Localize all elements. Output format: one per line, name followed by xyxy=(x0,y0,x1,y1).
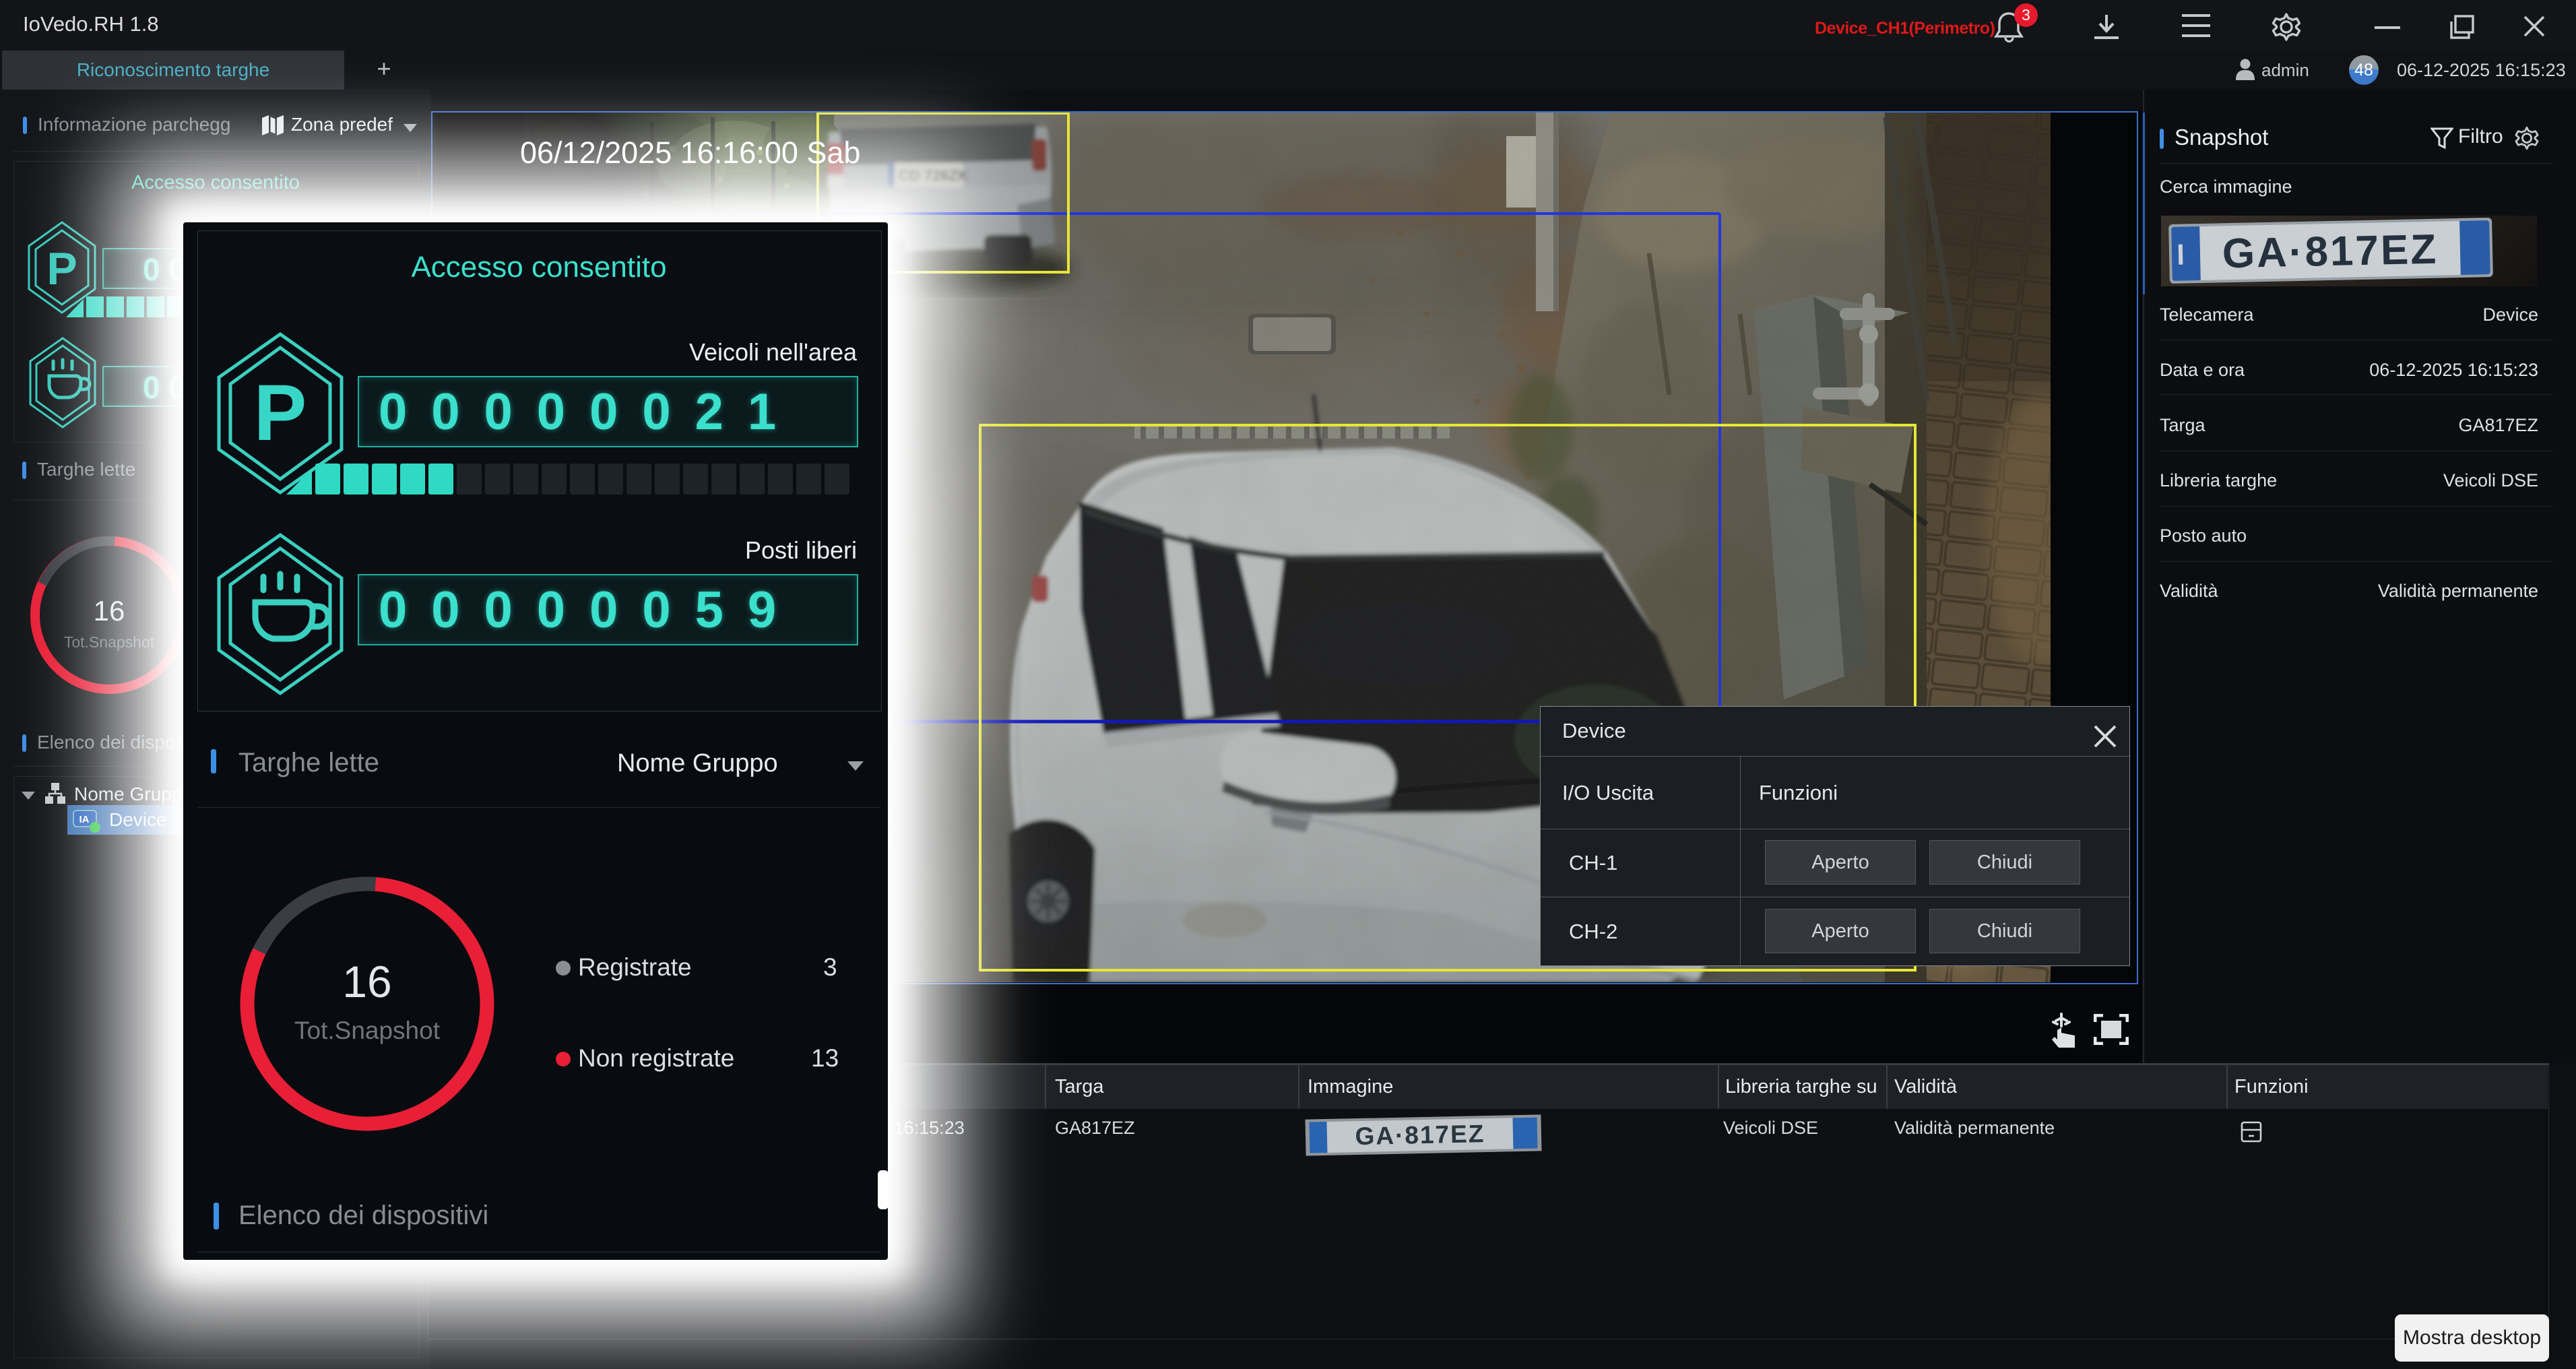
svg-text:Tot.Snapshot: Tot.Snapshot xyxy=(64,633,155,651)
svg-text:16: 16 xyxy=(342,957,391,1007)
svg-text:P: P xyxy=(254,369,307,457)
svg-text:IA: IA xyxy=(79,814,90,825)
svg-text:16: 16 xyxy=(94,595,125,627)
svg-text:P: P xyxy=(46,243,77,294)
svg-text:Tot.Snapshot: Tot.Snapshot xyxy=(294,1017,441,1044)
